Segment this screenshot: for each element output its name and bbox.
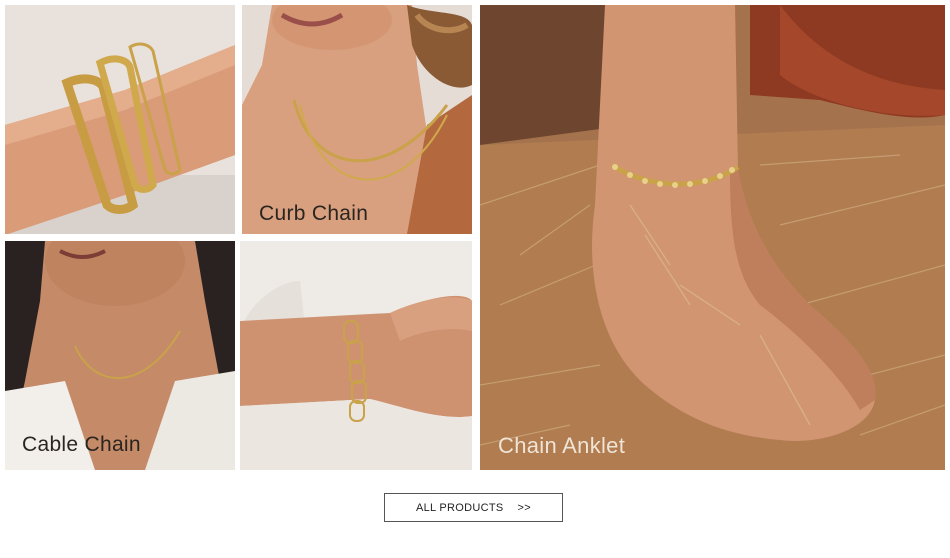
product-tile-chain-anklet[interactable]: Chain Anklet (480, 5, 945, 470)
product-tile-curb-chain[interactable]: Curb Chain (242, 5, 472, 234)
bracelets-photo (5, 5, 235, 234)
chain-anklet-photo (480, 5, 945, 470)
paperclip-bracelet-photo (240, 241, 472, 470)
all-products-button[interactable]: ALL PRODUCTS >> (384, 493, 563, 522)
tile-label-curb-chain: Curb Chain (259, 202, 369, 225)
product-tile-bracelets[interactable] (5, 5, 235, 234)
double-chevron-right-icon: >> (517, 501, 531, 514)
curb-chain-photo (242, 5, 472, 234)
product-tile-paperclip-bracelet[interactable] (240, 241, 472, 470)
tile-label-cable-chain: Cable Chain (22, 433, 141, 456)
product-tile-cable-chain[interactable]: Cable Chain (5, 241, 235, 470)
tile-label-chain-anklet: Chain Anklet (498, 433, 626, 458)
all-products-label: ALL PRODUCTS (416, 501, 504, 514)
